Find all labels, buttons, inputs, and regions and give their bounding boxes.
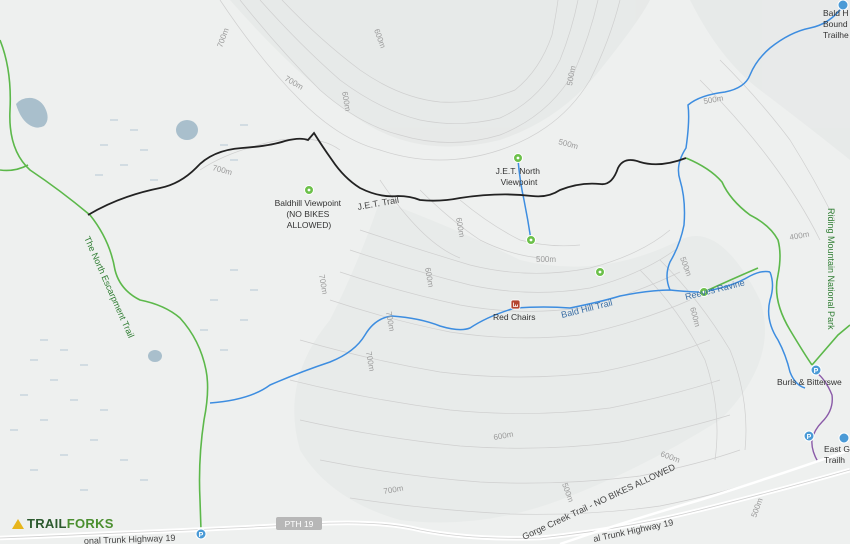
poi-label-line: Viewpoint xyxy=(501,177,538,187)
parking-marker-south[interactable]: P xyxy=(195,528,207,540)
poi-label-line: Baldhill Viewpoint xyxy=(275,198,342,208)
wetland-markings xyxy=(10,119,258,491)
poi-label: J.E.T. North Viewpoint xyxy=(496,166,543,187)
lake-3 xyxy=(148,350,162,362)
trailhead-marker-east[interactable] xyxy=(838,432,850,444)
trail-map[interactable]: P P P 700m 600m 500m 700m 600m 500m 700m… xyxy=(0,0,850,544)
contour-label: 700m xyxy=(215,26,230,48)
poi-label: East G Trailh xyxy=(824,444,850,465)
contour-label: 700m xyxy=(283,74,305,92)
poi-label-line: East G xyxy=(824,444,850,454)
jet-north-viewpoint-marker[interactable] xyxy=(513,153,523,163)
logo-triangle-icon xyxy=(12,519,24,529)
parking-marker-east[interactable]: P xyxy=(803,430,815,442)
highway-shield-label: PTH 19 xyxy=(285,519,314,529)
lower-viewpoint-marker[interactable] xyxy=(526,235,536,245)
poi-label-line: Burls & Bitterswe xyxy=(777,377,842,387)
lake-1 xyxy=(16,97,48,128)
svg-text:P: P xyxy=(814,368,819,375)
poi-label: Bald H Bound Trailhe xyxy=(823,8,850,40)
poi-label-line: ALLOWED) xyxy=(287,220,332,230)
park-edge-trail[interactable] xyxy=(811,324,850,366)
viewpoint-icon-dot xyxy=(529,238,533,242)
svg-text:P: P xyxy=(807,434,812,441)
logo-text-a: TRAIL xyxy=(27,516,67,531)
ravine-viewpoint-marker[interactable] xyxy=(595,267,605,277)
contour-label: 700m xyxy=(317,274,329,296)
trailforks-logo: TRAILFORKS xyxy=(12,516,114,531)
baldhill-viewpoint-marker[interactable] xyxy=(304,185,314,195)
contour-label: 700m xyxy=(211,163,233,177)
poi-label: Burls & Bitterswe xyxy=(777,377,842,387)
poi-label-line: Trailh xyxy=(824,455,845,465)
park-label: Riding Mountain National Park xyxy=(826,208,836,330)
poi-label-line: Bald H xyxy=(823,8,849,18)
poi-label: Red Chairs xyxy=(493,312,536,322)
svg-text:P: P xyxy=(199,532,204,539)
water-bodies xyxy=(16,97,198,362)
poi-label-line: Trailhe xyxy=(823,30,849,40)
highway-shield: PTH 19 xyxy=(276,517,322,530)
contour-label: 400m xyxy=(789,230,811,242)
poi-label-line: (NO BIKES xyxy=(286,209,329,219)
viewpoint-icon-dot xyxy=(307,188,311,192)
viewpoint-icon-dot xyxy=(598,270,602,274)
contour-label: 500m xyxy=(749,496,764,518)
north-escarpment-spur[interactable] xyxy=(0,164,29,172)
poi-label-line: Bound xyxy=(823,19,848,29)
trailhead-icon xyxy=(838,432,850,444)
red-chairs-marker[interactable] xyxy=(510,299,521,310)
east-connector[interactable] xyxy=(767,271,806,389)
logo-text-b: FORKS xyxy=(66,516,114,531)
contour-label: 500m xyxy=(536,255,556,264)
lake-2 xyxy=(176,120,198,140)
poi-label-line: J.E.T. North xyxy=(496,166,541,176)
poi-label: Baldhill Viewpoint (NO BIKES ALLOWED) xyxy=(275,198,344,230)
poi-label-line: Red Chairs xyxy=(493,312,536,322)
contour-label: 500m xyxy=(557,137,579,151)
parking-marker-burls[interactable]: P xyxy=(810,364,822,376)
viewpoint-icon-dot xyxy=(516,156,520,160)
